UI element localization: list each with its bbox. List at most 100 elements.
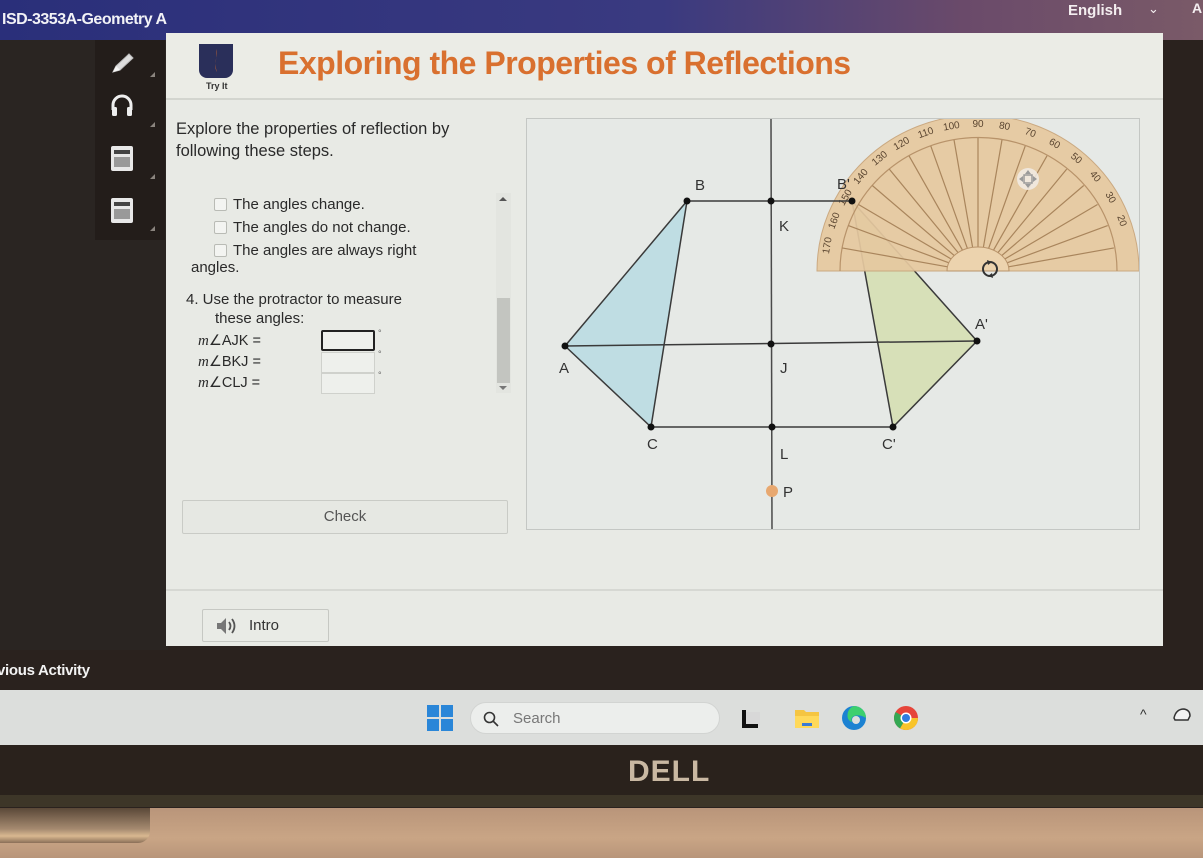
- windows-taskbar: Search ^: [0, 690, 1203, 745]
- tool-menu-corner: [150, 226, 155, 231]
- flame-icon: [215, 49, 217, 72]
- degree-symbol: °: [378, 328, 382, 338]
- tray-overflow-chevron-icon[interactable]: ^: [1140, 706, 1147, 722]
- scroll-up-arrow-icon[interactable]: [499, 197, 507, 201]
- search-placeholder: Search: [513, 710, 561, 727]
- course-title: ISD-3353A-Geometry A: [2, 11, 167, 28]
- check-button[interactable]: Check: [182, 500, 508, 534]
- previous-activity-link[interactable]: vious Activity: [0, 662, 90, 679]
- label-c: C: [647, 436, 658, 453]
- laptop-chassis: [0, 808, 1203, 858]
- point-b[interactable]: [683, 197, 691, 205]
- text-size-button[interactable]: A: [1192, 0, 1202, 16]
- file-explorer-icon[interactable]: [793, 704, 821, 732]
- label-b: B: [695, 177, 705, 194]
- windows-start-icon[interactable]: [427, 705, 453, 731]
- intro-audio-button[interactable]: Intro: [202, 609, 329, 642]
- bezel-edge: [0, 795, 1203, 807]
- option-angles-change[interactable]: The angles change.: [214, 193, 504, 216]
- point-j: [767, 340, 775, 348]
- point-k: [767, 197, 775, 205]
- speaker-icon: [217, 617, 236, 634]
- preimage-triangle-abc: [563, 198, 689, 429]
- protractor[interactable]: 170160150140130120110 100 90 80 706050403020: [816, 119, 1139, 278]
- scroll-thumb[interactable]: [497, 298, 510, 383]
- laptop-hinge: [0, 808, 150, 843]
- angle-row-clj: m ∠CLJ = °: [198, 370, 398, 394]
- option-label-wrap: angles.: [191, 259, 240, 276]
- point-b-prime: [848, 197, 856, 205]
- answer-options: The angles change. The angles do not cha…: [191, 193, 504, 276]
- question-4-text: 4. Use the protractor to measure: [186, 291, 402, 308]
- page-title: Exploring the Properties of Reflections: [278, 45, 851, 81]
- label-a-prime: A': [975, 316, 988, 333]
- angle-bkj-input[interactable]: [321, 352, 375, 373]
- dell-logo: DELL: [628, 755, 711, 788]
- measure-symbol: m: [198, 353, 209, 370]
- point-a[interactable]: [561, 342, 569, 350]
- scroll-down-arrow-icon[interactable]: [499, 386, 507, 390]
- angle-ajk-input[interactable]: [321, 330, 375, 351]
- label-a: A: [559, 360, 569, 377]
- calculator-tool-button[interactable]: [107, 143, 137, 173]
- angle-row-bkj: m ∠BKJ = °: [198, 349, 398, 373]
- questions-scrollbar[interactable]: [496, 193, 511, 393]
- edge-browser-icon[interactable]: [840, 704, 868, 732]
- point-l: [768, 423, 776, 431]
- label-k: K: [779, 218, 789, 235]
- move-handle-icon[interactable]: [1017, 168, 1039, 190]
- point-c[interactable]: [647, 423, 655, 431]
- instructions-text: Explore the properties of reflection by …: [176, 120, 450, 160]
- reflection-geometry-canvas[interactable]: 170 160 150 140 130 120 110 100 90 80 70 60 50 40 30 20: [526, 118, 1140, 530]
- pencil-tool-button[interactable]: [107, 48, 137, 78]
- label-p: P: [783, 484, 793, 501]
- line-of-reflection: [770, 119, 773, 529]
- footer-divider: [166, 589, 1163, 591]
- headphones-icon: [111, 94, 133, 116]
- calculator-icon: [111, 198, 133, 223]
- option-label: The angles do not change.: [233, 219, 411, 236]
- activity-panel: Try It Exploring the Properties of Refle…: [166, 33, 1163, 646]
- angle-row-ajk: m ∠AJK = °: [198, 328, 398, 352]
- search-icon: [483, 711, 499, 727]
- angle-label: ∠CLJ =: [208, 375, 261, 391]
- activity-header: Try It Exploring the Properties of Refle…: [166, 33, 1163, 100]
- audio-tool-button[interactable]: [107, 90, 137, 120]
- option-label: The angles are always right: [233, 242, 417, 259]
- geometry-svg: 170160150140130120110 100 90 80 706050403020: [559, 119, 1139, 529]
- option-label: The angles change.: [233, 196, 365, 213]
- label-l: L: [780, 446, 788, 463]
- intro-label: Intro: [249, 617, 280, 634]
- tool-menu-corner: [150, 122, 155, 127]
- angle-label: ∠AJK =: [208, 333, 261, 349]
- checkbox[interactable]: [214, 198, 227, 211]
- try-it-badge: [199, 44, 233, 78]
- point-a-prime: [973, 337, 981, 345]
- scientific-calculator-tool-button[interactable]: [107, 195, 137, 225]
- option-angles-do-not-change[interactable]: The angles do not change.: [214, 216, 504, 239]
- degree-symbol: °: [378, 349, 382, 359]
- angle-label: ∠BKJ =: [208, 354, 261, 370]
- language-selector[interactable]: English: [1068, 2, 1122, 19]
- label-j: J: [780, 360, 788, 377]
- point-p[interactable]: [766, 485, 778, 497]
- chrome-browser-icon[interactable]: [892, 704, 920, 738]
- measure-symbol: m: [198, 332, 209, 349]
- task-view-icon[interactable]: [738, 704, 766, 732]
- tool-menu-corner: [150, 72, 155, 77]
- try-it-label: Try It: [206, 81, 228, 91]
- network-icon[interactable]: [1172, 706, 1192, 727]
- point-c-prime: [889, 423, 897, 431]
- calculator-icon: [111, 146, 133, 171]
- checkbox[interactable]: [214, 244, 227, 257]
- taskbar-search-box[interactable]: Search: [470, 702, 720, 734]
- label-c-prime: C': [882, 436, 896, 453]
- protractor-label: 90: [972, 119, 984, 130]
- checkbox[interactable]: [214, 221, 227, 234]
- chevron-down-icon[interactable]: ⌄: [1148, 1, 1159, 17]
- measure-symbol: m: [198, 374, 209, 391]
- tool-strip: [95, 40, 165, 240]
- label-b-prime: B': [837, 176, 850, 193]
- pencil-icon: [112, 53, 134, 73]
- angle-clj-input[interactable]: [321, 373, 375, 394]
